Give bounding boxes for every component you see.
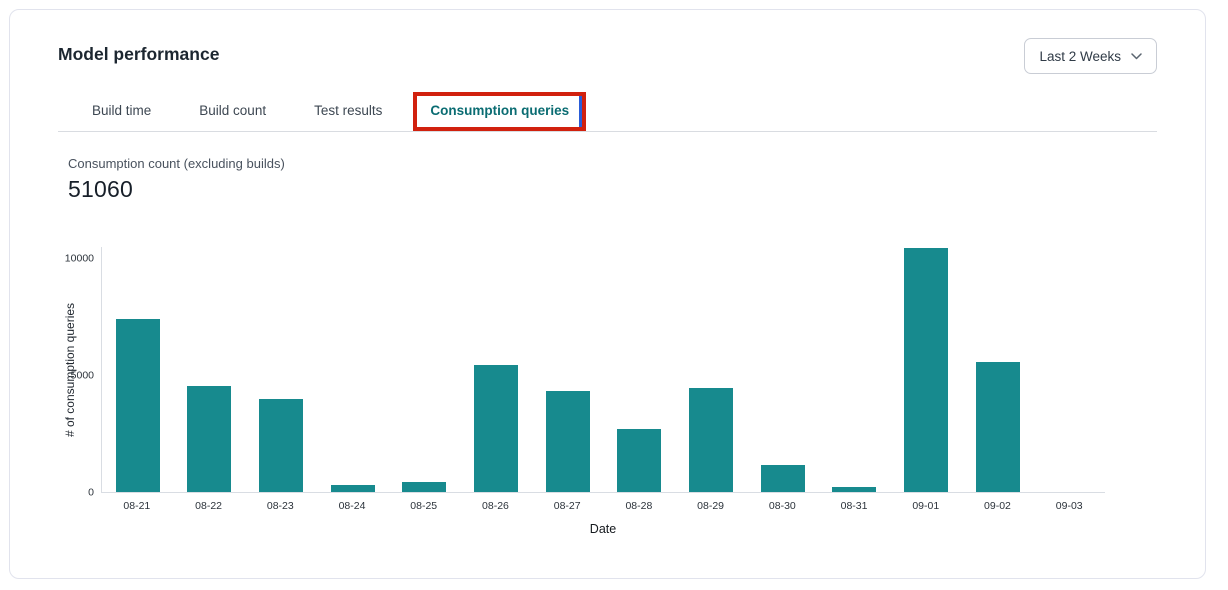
consumption-bar-chart: # of consumption queries 0500010000 08-2… (101, 247, 1105, 536)
bar-slot-08-21 (102, 247, 174, 492)
x-tick-08-26: 08-26 (460, 500, 532, 512)
bar-slot-08-23 (245, 247, 317, 492)
y-tick-0: 0 (88, 487, 94, 498)
tab-consumption-queries[interactable]: Consumption queries (430, 103, 569, 118)
bar-09-02 (976, 362, 1020, 492)
bar-09-01 (904, 248, 948, 492)
metric-value: 51060 (68, 176, 1157, 203)
bar-08-22 (187, 386, 231, 492)
x-tick-08-25: 08-25 (388, 500, 460, 512)
metric-block: Consumption count (excluding builds) 510… (68, 156, 1157, 203)
bar-08-30 (761, 465, 805, 492)
date-range-dropdown[interactable]: Last 2 Weeks (1024, 38, 1157, 74)
x-axis-title: Date (101, 522, 1105, 536)
annotation-cursor (579, 96, 582, 127)
tab-test-results[interactable]: Test results (314, 103, 382, 118)
bar-08-31 (832, 487, 876, 492)
bar-08-21 (116, 319, 160, 492)
plot-area: # of consumption queries 0500010000 (101, 247, 1105, 493)
bar-slot-08-22 (174, 247, 246, 492)
x-tick-09-02: 09-02 (962, 500, 1034, 512)
bar-slot-09-03 (1033, 247, 1105, 492)
x-tick-08-24: 08-24 (316, 500, 388, 512)
bar-08-28 (617, 429, 661, 492)
bar-08-29 (689, 388, 733, 492)
bar-slot-08-29 (675, 247, 747, 492)
bar-slot-08-27 (532, 247, 604, 492)
x-tick-08-28: 08-28 (603, 500, 675, 512)
page-title: Model performance (58, 38, 219, 65)
model-performance-card: Model performance Last 2 Weeks Build tim… (9, 9, 1206, 579)
card-header: Model performance Last 2 Weeks (10, 10, 1205, 74)
y-tick-10000: 10000 (65, 253, 94, 264)
tab-bar: Build time Build count Test results Cons… (58, 103, 1157, 132)
bar-slot-08-31 (818, 247, 890, 492)
x-labels: 08-2108-2208-2308-2408-2508-2608-2708-28… (101, 500, 1105, 512)
bar-slot-09-02 (962, 247, 1034, 492)
bar-slot-09-01 (890, 247, 962, 492)
x-tick-09-03: 09-03 (1033, 500, 1105, 512)
x-tick-08-22: 08-22 (173, 500, 245, 512)
bar-slot-08-26 (460, 247, 532, 492)
chevron-down-icon (1131, 53, 1142, 60)
date-range-value: Last 2 Weeks (1039, 49, 1121, 64)
bar-08-26 (474, 365, 518, 492)
x-tick-08-31: 08-31 (818, 500, 890, 512)
x-tick-08-21: 08-21 (101, 500, 173, 512)
x-tick-08-29: 08-29 (675, 500, 747, 512)
bar-slot-08-25 (389, 247, 461, 492)
bar-slot-08-24 (317, 247, 389, 492)
plot-slots (102, 247, 1105, 492)
y-tick-5000: 5000 (71, 370, 94, 381)
bar-slot-08-30 (747, 247, 819, 492)
bar-08-24 (331, 485, 375, 492)
bar-08-27 (546, 391, 590, 493)
metric-label: Consumption count (excluding builds) (68, 156, 1157, 171)
bar-08-25 (402, 482, 446, 492)
x-tick-08-23: 08-23 (244, 500, 316, 512)
bar-slot-08-28 (603, 247, 675, 492)
tab-build-time[interactable]: Build time (92, 103, 151, 118)
x-tick-09-01: 09-01 (890, 500, 962, 512)
tab-build-count[interactable]: Build count (199, 103, 266, 118)
bar-08-23 (259, 399, 303, 492)
tab-consumption-queries-label: Consumption queries (430, 103, 569, 118)
x-tick-08-30: 08-30 (746, 500, 818, 512)
x-tick-08-27: 08-27 (531, 500, 603, 512)
